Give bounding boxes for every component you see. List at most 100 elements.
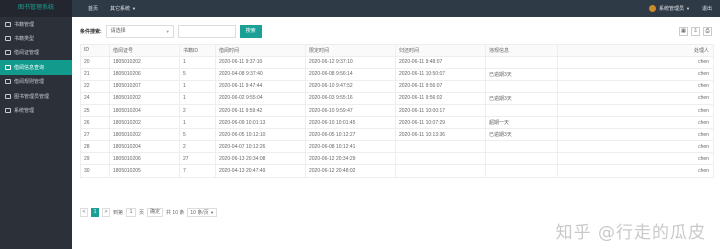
table-cell — [485, 55, 558, 69]
sidebar-item-librarians[interactable]: 图书管理员管理 — [0, 89, 72, 103]
table-cell: 超期一天 — [485, 116, 558, 130]
goto-page-input[interactable]: 1 — [126, 208, 137, 217]
table-row[interactable]: 26 1805010202 1 2020-06-09 10:01:13 2020-06-… — [80, 116, 714, 130]
top-nav: 首页 其它系统 ▼ — [88, 0, 136, 17]
table-cell: 已逾期3天 — [485, 67, 558, 81]
rules-icon — [5, 79, 11, 85]
table-cell: chen — [557, 79, 714, 93]
table-cell: 2020-06-12 20:34:29 — [305, 152, 396, 166]
table-row[interactable]: 22 1805010207 1 2020-06-11 9:47:44 2020-06-1… — [80, 79, 714, 93]
table-row[interactable]: 28 1805010204 2 2020-04-07 10:12:26 2020-06-… — [80, 140, 714, 154]
sidebar-item-label: 书籍管理 — [14, 21, 35, 28]
table-row[interactable]: 20 1805010202 1 2020-06-11 9:37:10 2020-06-1… — [80, 55, 714, 69]
page-1-button[interactable]: 1 — [91, 208, 99, 217]
table-cell: 22 — [80, 79, 110, 93]
user-menu[interactable]: 系统管理员 ▼ — [649, 5, 690, 13]
table-cell: 24 — [80, 91, 110, 105]
table-cell: 2020-04-13 20:47:49 — [215, 164, 306, 178]
table-cell: 1 — [179, 79, 216, 93]
table-cell: 2020-06-13 20:34:08 — [215, 152, 306, 166]
table-row[interactable]: 27 1805010202 5 2020-06-05 10:12:10 2020-06-… — [80, 128, 714, 142]
table-cell: 2020-06-02 9:55:04 — [215, 91, 306, 105]
table-row[interactable]: 21 1805010206 5 2020-04-08 9:37:40 2020-06-0… — [80, 67, 714, 81]
next-page-button[interactable]: > — [102, 208, 110, 217]
table-cell — [485, 152, 558, 166]
table-cell: 2020-04-08 9:37:40 — [215, 67, 306, 81]
table-cell: 2020-06-08 9:56:14 — [305, 67, 396, 81]
nav-home[interactable]: 首页 — [88, 5, 98, 12]
column-header[interactable]: ID — [80, 44, 110, 57]
table-cell: 2020-06-11 10:50:07 — [395, 67, 486, 81]
table-cell: chen — [557, 116, 714, 130]
table-cell: 30 — [80, 164, 110, 178]
table-cell: 2020-06-11 9:48:07 — [395, 55, 486, 69]
page-size-select[interactable]: 10 条/页 ▼ — [187, 208, 218, 217]
logout-link[interactable]: 退出 — [702, 5, 712, 12]
sidebar-item-label: 借阅信息查询 — [14, 64, 45, 71]
column-header[interactable]: 处理人 — [557, 44, 714, 57]
nav-other-systems[interactable]: 其它系统 ▼ — [110, 5, 136, 12]
condition-select[interactable]: 请选择 ▼ — [105, 25, 174, 38]
card-icon — [5, 50, 11, 56]
table-header-row: ID 借阅证号 书籍ID 借阅时间 限定时间 归还时间 违规信息 处理人 — [80, 44, 714, 57]
search-button[interactable]: 搜索 — [239, 25, 262, 38]
table-cell: 2020-06-11 10:00:17 — [395, 103, 486, 118]
table-cell: 1805010202 — [109, 128, 180, 142]
print-icon[interactable]: ⎙ — [703, 27, 712, 36]
table-cell: 27 — [179, 152, 216, 166]
table-cell: 2 — [179, 103, 216, 118]
sidebar-item-label: 借阅证管理 — [14, 50, 40, 57]
table-row[interactable]: 25 1805010204 2 2020-06-11 9:59:42 2020-06-1… — [80, 103, 714, 118]
watermark: 知乎 @行走的瓜皮 — [555, 223, 706, 243]
column-header[interactable]: 限定时间 — [305, 44, 396, 57]
table-cell: 2020-06-11 9:59:42 — [215, 103, 306, 118]
table-cell: 1805010205 — [109, 164, 180, 178]
sidebar-item-borrow-rules[interactable]: 借阅规则管理 — [0, 75, 72, 89]
goto-confirm-button[interactable]: 确定 — [147, 208, 164, 217]
table-cell: 2020-06-11 10:13:36 — [395, 128, 486, 142]
sidebar: 书籍管理 书籍类型 借阅证管理 借阅信息查询 借阅规则管理 图书管理员管理 系统… — [0, 17, 72, 249]
sidebar-item-label: 系统管理 — [14, 108, 35, 115]
table-cell: 2020-06-11 9:47:44 — [215, 79, 306, 93]
table-row[interactable]: 30 1805010205 7 2020-04-13 20:47:49 2020-06-… — [80, 164, 714, 178]
sidebar-item-book-types[interactable]: 书籍类型 — [0, 31, 72, 45]
chevron-down-icon: ▼ — [165, 29, 170, 34]
table-cell: 29 — [80, 152, 110, 166]
top-bar: 图书管理系统 首页 其它系统 ▼ 系统管理员 ▼ 退出 — [0, 0, 720, 17]
gear-icon — [5, 108, 11, 114]
table-cell: 2020-06-05 10:12:10 — [215, 128, 306, 142]
sidebar-item-books[interactable]: 书籍管理 — [0, 17, 72, 31]
table-row[interactable]: 29 1805010206 27 2020-06-13 20:34:08 2020-06… — [80, 152, 714, 166]
table-row[interactable]: 24 1805010202 1 2020-06-02 9:55:04 2020-06-0… — [80, 91, 714, 105]
table-cell: chen — [557, 55, 714, 69]
table-cell: 2020-06-11 9:56:02 — [395, 91, 486, 105]
prev-page-button[interactable]: < — [80, 208, 88, 217]
chevron-down-icon: ▼ — [210, 210, 215, 215]
column-header[interactable]: 借阅时间 — [215, 44, 306, 57]
sidebar-item-borrow-query[interactable]: 借阅信息查询 — [0, 60, 72, 75]
table-cell — [485, 140, 558, 154]
chevron-down-icon: ▼ — [686, 5, 690, 11]
list-icon — [5, 36, 11, 42]
table-cell: 1805010206 — [109, 152, 180, 166]
columns-icon[interactable]: ▦ — [679, 27, 688, 36]
goto-label: 到第 — [113, 210, 124, 216]
borrow-table: ID 借阅证号 书籍ID 借阅时间 限定时间 归还时间 违规信息 处理人 20 1… — [80, 44, 714, 178]
column-header[interactable]: 违规信息 — [485, 44, 558, 57]
export-icon[interactable]: ⇩ — [691, 27, 700, 36]
sidebar-item-library-cards[interactable]: 借阅证管理 — [0, 46, 72, 60]
brand-title[interactable]: 图书管理系统 — [0, 0, 72, 17]
column-header[interactable]: 借阅证号 — [109, 44, 180, 57]
table-cell: 2020-06-10 9:59:47 — [305, 103, 396, 118]
table-cell — [485, 103, 558, 118]
column-header[interactable]: 书籍ID — [179, 44, 216, 57]
sidebar-item-system[interactable]: 系统管理 — [0, 103, 72, 117]
table-cell — [485, 164, 558, 178]
search-input[interactable] — [177, 25, 236, 38]
table-cell — [485, 79, 558, 93]
table-cell: 已逾期3天 — [485, 128, 558, 142]
column-header[interactable]: 归还时间 — [395, 44, 486, 57]
table-cell: 2020-06-09 10:01:13 — [215, 116, 306, 130]
table-cell: 1805010202 — [109, 55, 180, 69]
table-cell: 26 — [80, 116, 110, 130]
